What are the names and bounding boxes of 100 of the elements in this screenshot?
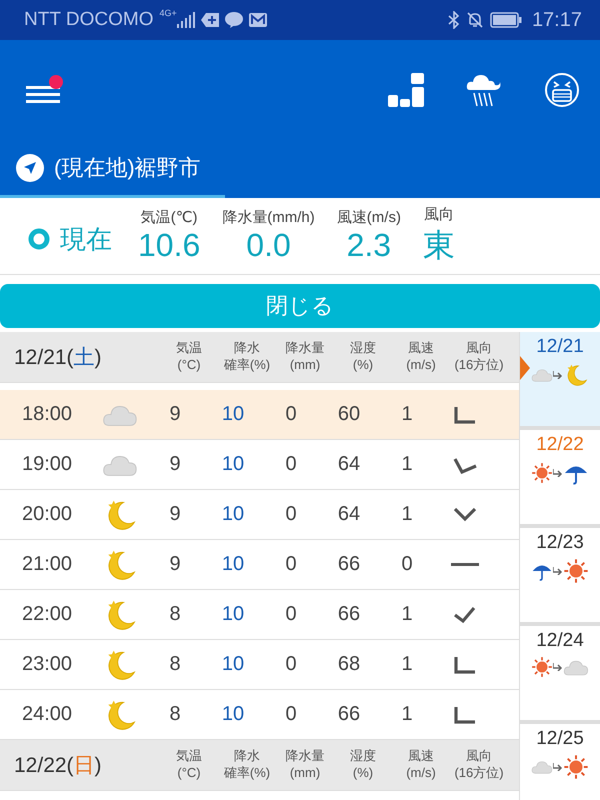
column-heading: 降水量 (mm)	[284, 748, 326, 782]
humidity-cell-text: 64	[336, 453, 362, 476]
temperature-cell-text: 8	[168, 703, 182, 726]
cloud-icon	[531, 367, 553, 383]
menu-button[interactable]	[24, 74, 64, 106]
metric-value: 0.0	[246, 227, 291, 264]
temperature-cell-text: 8	[168, 603, 182, 626]
column-heading: 気温 (°C)	[175, 748, 203, 782]
time-cell-text: 20:00	[20, 503, 74, 526]
probability-cell-text: 10	[220, 403, 246, 426]
wind-speed-cell-text: 1	[400, 653, 414, 676]
time-cell-text: 18:00	[20, 403, 74, 426]
probability-cell-text: 10	[220, 703, 246, 726]
probability-cell-text: 10	[220, 603, 246, 626]
arrow-icon	[553, 371, 563, 379]
column-heading: 降水量 (mm)	[284, 340, 326, 374]
wind-speed-cell-text: 1	[400, 453, 414, 476]
probability-cell-text: 10	[220, 503, 246, 526]
rainfall-cell-text: 0	[284, 703, 298, 726]
rainfall-cell-text: 0	[284, 503, 298, 526]
humidity-cell-text: 64	[336, 503, 362, 526]
ranking-button[interactable]	[388, 73, 424, 107]
carrier-name: NTT DOCOMO	[24, 9, 154, 31]
hour-row[interactable]: 18:00 9 10 0 60 1	[0, 390, 519, 440]
time-cell-text: 19:00	[20, 453, 74, 476]
clock-time: 17:17	[532, 8, 582, 32]
metric-label: 風向	[424, 204, 454, 224]
battery-icon	[490, 12, 522, 28]
sun-icon	[563, 754, 589, 780]
time-cell-text: 24:00	[20, 703, 74, 726]
mail-icon	[248, 13, 267, 27]
day-date-label: 12/23	[536, 532, 584, 554]
humidity-cell-text: 66	[336, 553, 362, 576]
day-date: 12/22(日)	[13, 753, 103, 779]
time-cell-text: 21:00	[20, 553, 74, 576]
time-cell-text: 23:00	[20, 653, 74, 676]
column-heading: 風向 (16方位)	[453, 340, 505, 374]
rainfall-cell-text: 0	[284, 653, 298, 676]
signal-icon	[176, 12, 195, 28]
temperature-cell-text: 9	[168, 503, 182, 526]
network-type: 4G+	[159, 8, 177, 18]
day-date: 12/21(土)	[13, 345, 103, 371]
column-heading: 湿度 (%)	[349, 748, 377, 782]
metric-label: 風速(m/s)	[336, 208, 401, 227]
arrow-icon	[553, 567, 563, 575]
arrow-icon	[553, 469, 563, 477]
wind-direction-icon	[453, 706, 477, 724]
muted-bell-icon	[466, 11, 484, 29]
time-cell-text: 22:00	[20, 603, 74, 626]
sun-icon	[531, 462, 553, 484]
wind-direction-icon	[453, 506, 477, 524]
sun-icon	[531, 656, 553, 678]
chat-bubble-icon	[224, 12, 243, 28]
temperature-cell-text: 9	[168, 553, 182, 576]
day-date-label: 12/24	[536, 630, 584, 652]
humidity-cell-text: 66	[336, 703, 362, 726]
column-heading: 風速 (m/s)	[405, 748, 437, 782]
day-date-label: 12/21	[536, 336, 584, 358]
temperature-cell-text: 9	[168, 453, 182, 476]
arrow-icon	[553, 763, 563, 771]
rainfall-cell-text: 0	[284, 403, 298, 426]
arrow-icon	[553, 663, 563, 671]
bluetooth-icon	[448, 11, 460, 29]
day-date-label: 12/25	[536, 728, 584, 750]
column-heading: 降水 確率(%)	[222, 340, 272, 374]
temperature-cell-text: 8	[168, 653, 182, 676]
current-label: 現在	[60, 222, 112, 256]
metric-value: 東	[422, 226, 455, 264]
metric-value: 2.3	[346, 227, 392, 264]
wind-direction-icon	[453, 656, 477, 674]
rain-cloud-icon	[466, 72, 502, 108]
probability-cell-text: 10	[220, 553, 246, 576]
column-heading: 風向 (16方位)	[453, 748, 505, 782]
tag-icon	[200, 13, 219, 27]
wind-speed-cell-text: 0	[400, 553, 414, 576]
ring-icon	[28, 228, 50, 250]
masked-face-icon	[544, 72, 580, 108]
metric-label: 気温(℃)	[140, 208, 198, 227]
cloud-icon	[531, 759, 553, 775]
humidity-cell-text: 60	[336, 403, 362, 426]
wind-speed-cell-text: 1	[400, 603, 414, 626]
wind-speed-cell-text: 1	[400, 403, 414, 426]
temperature-cell-text: 9	[168, 403, 182, 426]
humidity-cell-text: 68	[336, 653, 362, 676]
rainfall-cell-text: 0	[284, 453, 298, 476]
rain-cloud-button[interactable]	[466, 72, 502, 108]
column-heading: 湿度 (%)	[349, 340, 377, 374]
metric-label: 降水量(mm/h)	[222, 208, 315, 227]
pointer-icon	[520, 356, 530, 380]
day-tab[interactable]: 12/21	[520, 332, 600, 430]
mask-face-button[interactable]	[544, 72, 580, 108]
column-heading: 風速 (m/s)	[405, 340, 437, 374]
column-heading: 気温 (°C)	[175, 340, 203, 374]
rainfall-cell-text: 0	[284, 603, 298, 626]
sun-icon	[563, 558, 589, 584]
day-date-label: 12/22	[536, 434, 584, 456]
wind-speed-cell-text: 1	[400, 703, 414, 726]
probability-cell-text: 10	[220, 653, 246, 676]
wind-direction-icon	[453, 456, 477, 474]
wind-direction-icon	[453, 606, 477, 624]
